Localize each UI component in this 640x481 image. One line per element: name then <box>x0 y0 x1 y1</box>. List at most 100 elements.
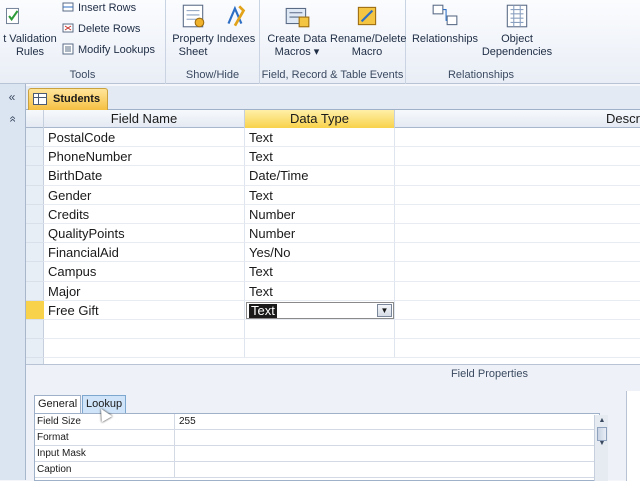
property-value[interactable] <box>176 462 600 478</box>
property-value[interactable]: 255 <box>176 414 600 430</box>
description-cell[interactable] <box>395 224 640 244</box>
tab-general[interactable]: General <box>34 395 82 413</box>
property-value[interactable] <box>176 446 600 462</box>
object-dependencies-icon <box>506 4 528 28</box>
field-name-cell[interactable]: QualityPoints <box>44 224 245 244</box>
scroll-down-icon[interactable]: ▼ <box>596 439 608 449</box>
row-selector[interactable] <box>26 320 44 340</box>
create-data-macros-icon <box>285 7 310 28</box>
tab-students[interactable]: Students <box>28 88 108 110</box>
data-type-selected-text[interactable]: Text <box>249 303 277 318</box>
object-dependencies-button[interactable]: Object Dependencies <box>480 2 554 59</box>
property-row[interactable]: Caption <box>35 462 595 478</box>
row-selector[interactable] <box>26 300 44 320</box>
description-cell[interactable] <box>395 147 640 167</box>
field-row[interactable]: Gender Text <box>26 185 640 205</box>
modify-lookups-button[interactable]: Modify Lookups <box>62 42 155 58</box>
relationships-icon <box>432 4 458 26</box>
field-name-cell[interactable]: Gender <box>44 185 245 205</box>
row-selector[interactable] <box>26 243 44 263</box>
row-selector[interactable] <box>26 282 44 301</box>
property-value[interactable] <box>176 430 600 446</box>
field-row[interactable]: Campus Text <box>26 262 640 282</box>
description-header: Descr <box>606 111 640 126</box>
row-selector[interactable] <box>26 262 44 282</box>
field-row[interactable]: BirthDate Date/Time <box>26 166 640 186</box>
field-name-cell[interactable]: Campus <box>44 262 245 282</box>
field-row[interactable]: PhoneNumber Text <box>26 147 640 167</box>
row-selector[interactable] <box>26 205 44 224</box>
description-cell[interactable] <box>395 186 640 205</box>
property-row[interactable]: Input Mask <box>35 446 595 462</box>
field-name-cell[interactable]: Major <box>44 281 245 301</box>
navigation-pane-collapsed: « » <box>0 84 26 480</box>
description-cell[interactable] <box>395 262 640 282</box>
data-type-cell[interactable]: Text <box>245 147 395 167</box>
empty-field-row[interactable] <box>26 320 640 340</box>
field-name-cell[interactable]: Free Gift <box>44 300 245 320</box>
row-selector[interactable] <box>26 339 44 359</box>
data-type-cell[interactable]: Yes/No <box>245 243 395 263</box>
scroll-up-icon[interactable]: ▲ <box>596 416 608 426</box>
field-name-cell[interactable] <box>44 320 245 340</box>
data-type-combobox[interactable]: Text ▼ <box>246 301 394 319</box>
description-cell[interactable] <box>395 166 640 186</box>
field-row[interactable]: Credits Number <box>26 204 640 224</box>
field-properties-scrollbar[interactable]: ▲ ▼ <box>594 415 608 481</box>
description-cell[interactable] <box>395 205 640 224</box>
expand-navigation-button[interactable]: « <box>3 90 21 104</box>
rename-delete-macro-label-1: Rename/Delete <box>330 33 407 45</box>
row-selector[interactable] <box>26 186 44 205</box>
field-row[interactable]: Major Text <box>26 281 640 301</box>
modify-lookups-icon <box>62 43 74 55</box>
field-row[interactable]: FinancialAid Yes/No <box>26 243 640 263</box>
property-sheet-label-1: Property <box>172 33 214 45</box>
row-selector[interactable] <box>26 147 44 167</box>
description-cell[interactable] <box>395 320 640 340</box>
data-type-cell[interactable] <box>245 320 395 340</box>
create-data-macros-button[interactable]: Create Data Macros ▾ <box>264 2 330 59</box>
insert-rows-label: Insert Rows <box>78 2 137 14</box>
data-type-cell[interactable] <box>245 339 395 359</box>
data-type-cell[interactable]: Number <box>245 224 395 244</box>
relationships-button[interactable]: Relationships <box>408 2 482 46</box>
data-type-cell[interactable]: Text <box>245 185 395 205</box>
field-row[interactable]: QualityPoints Number <box>26 224 640 244</box>
description-cell[interactable] <box>395 243 640 263</box>
delete-rows-button[interactable]: Delete Rows <box>62 21 140 37</box>
show-hide-group-label: Show/Hide <box>185 69 240 81</box>
data-type-cell[interactable]: Text <box>245 128 395 148</box>
description-cell[interactable] <box>395 128 640 148</box>
shutter-bar-button[interactable]: » <box>5 110 19 128</box>
field-name-cell[interactable]: FinancialAid <box>44 243 245 263</box>
property-row[interactable]: Field Size 255 <box>35 414 595 430</box>
row-selector[interactable] <box>26 166 44 186</box>
description-cell[interactable] <box>395 301 640 320</box>
property-row[interactable]: Format <box>35 430 595 446</box>
field-row[interactable]: PostalCode Text <box>26 128 640 148</box>
validation-rules-button[interactable]: t Validation Rules <box>0 2 60 59</box>
field-name-cell[interactable]: Credits <box>44 204 245 224</box>
empty-field-row[interactable] <box>26 339 640 359</box>
field-name-cell[interactable]: PhoneNumber <box>44 147 245 167</box>
row-selector[interactable] <box>26 128 44 148</box>
field-name-cell[interactable]: BirthDate <box>44 166 245 186</box>
description-cell[interactable] <box>395 282 640 301</box>
tools-group-label: Tools <box>69 69 96 81</box>
field-name-cell[interactable] <box>44 339 245 359</box>
insert-rows-button[interactable]: Insert Rows <box>62 0 136 16</box>
object-dependencies-label-2: Dependencies <box>481 46 553 58</box>
description-cell[interactable] <box>395 339 640 359</box>
data-type-cell[interactable]: Text <box>245 281 395 301</box>
indexes-label: Indexes <box>216 33 256 45</box>
field-row[interactable]: Free Gift Text ▼ <box>26 300 640 320</box>
property-sheet-button[interactable]: Property Sheet <box>170 2 216 59</box>
rename-delete-macro-button[interactable]: Rename/Delete Macro <box>330 2 407 59</box>
field-name-cell[interactable]: PostalCode <box>44 128 245 148</box>
data-type-cell[interactable]: Text <box>245 262 395 282</box>
data-type-cell[interactable]: Number <box>245 204 395 224</box>
dropdown-arrow-icon[interactable]: ▼ <box>377 303 392 317</box>
indexes-button[interactable]: Indexes <box>216 2 256 46</box>
row-selector[interactable] <box>26 224 44 244</box>
data-type-cell[interactable]: Date/Time <box>245 166 395 186</box>
